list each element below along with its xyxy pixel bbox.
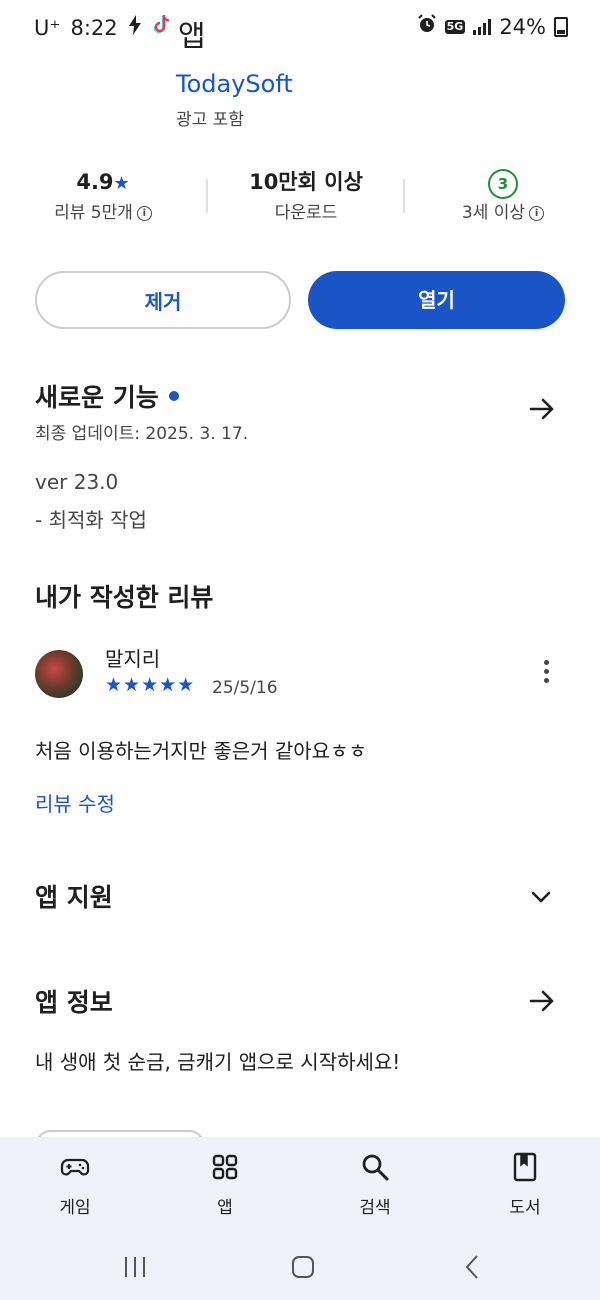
rating-stat[interactable]: 4.9★ 리뷰 5만개 i xyxy=(3,165,203,227)
alarm-icon xyxy=(417,14,437,39)
nav-item-search[interactable]: 검색 xyxy=(325,1151,425,1218)
developer-link[interactable]: TodaySoft xyxy=(176,70,293,98)
age-rating-stat[interactable]: 3 3세 이상 i xyxy=(403,165,600,227)
status-right: 5G 24% xyxy=(417,14,568,39)
signal-icon xyxy=(473,18,492,35)
review-text: 처음 이용하는거지만 좋은거 같아요ㅎㅎ xyxy=(35,739,367,763)
recent-apps-icon[interactable] xyxy=(122,1254,148,1280)
network-type-icon: 5G xyxy=(444,19,466,34)
age-rating-label: 3세 이상 i xyxy=(403,199,600,227)
info-icon: i xyxy=(136,205,152,221)
tiktok-icon xyxy=(152,14,172,41)
nav-item-apps[interactable]: 앱 xyxy=(175,1151,275,1218)
chevron-down-icon[interactable] xyxy=(530,886,552,908)
clock: 8:22 xyxy=(70,15,118,40)
search-icon xyxy=(362,1154,389,1181)
bolt-icon xyxy=(128,15,142,40)
release-note: - 최적화 작업 xyxy=(35,508,147,532)
info-icon: i xyxy=(529,205,545,221)
reviews-count-text: 리뷰 5만개 xyxy=(54,203,133,223)
downloads-value: 10만회 이상 xyxy=(249,170,363,194)
whats-new-title-text: 새로운 기능 xyxy=(35,383,159,412)
stats-row: 4.9★ 리뷰 5만개 i 10만회 이상 다운로드 3 3세 이상 i xyxy=(0,165,600,245)
battery-icon xyxy=(554,16,568,37)
last-updated: 최종 업데이트: 2025. 3. 17. xyxy=(35,424,249,444)
nav-item-games[interactable]: 게임 xyxy=(25,1151,125,1218)
app-info-title[interactable]: 앱 정보 xyxy=(35,983,113,1019)
star-icon: ★ xyxy=(113,173,130,194)
age-rating-text: 3세 이상 xyxy=(461,203,526,223)
nav-item-books[interactable]: 도서 xyxy=(475,1151,575,1218)
status-bar: U⁺ 8:22 5G 24% xyxy=(0,0,600,58)
nav-label: 도서 xyxy=(509,1198,541,1218)
review-stars: ★★★★★ xyxy=(105,674,196,696)
version-text: ver 23.0 xyxy=(35,470,119,494)
downloads-stat: 10만회 이상 다운로드 xyxy=(206,165,406,227)
gamepad-icon xyxy=(60,1158,90,1176)
rating-number: 4.9 xyxy=(76,170,114,194)
downloads-label: 다운로드 xyxy=(274,203,338,223)
apps-grid-icon xyxy=(212,1154,238,1180)
status-left: U⁺ 8:22 xyxy=(34,14,172,41)
nav-label: 검색 xyxy=(359,1198,391,1218)
nav-label: 게임 xyxy=(59,1198,91,1218)
more-options-icon[interactable] xyxy=(538,660,554,690)
bottom-nav: 게임 앱 검색 도서 xyxy=(0,1137,600,1300)
reviews-count: 리뷰 5만개 i xyxy=(3,199,203,227)
whats-new-title[interactable]: 새로운 기능 xyxy=(35,378,179,414)
arrow-right-icon[interactable] xyxy=(528,987,556,1015)
app-details-page: U⁺ 8:22 5G 24% 앱 TodaySoft 광고 포함 4.9★ 리뷰… xyxy=(0,0,600,1300)
uninstall-button[interactable]: 제거 xyxy=(35,271,291,329)
carrier-label: U⁺ xyxy=(34,15,61,40)
avatar xyxy=(35,650,83,698)
rating-value: 4.9★ xyxy=(3,165,203,199)
review-date: 25/5/16 xyxy=(212,678,278,698)
ads-label: 광고 포함 xyxy=(176,110,244,130)
back-icon[interactable] xyxy=(460,1254,486,1280)
home-icon[interactable] xyxy=(290,1254,316,1280)
system-nav-bar xyxy=(0,1238,600,1300)
review-author: 말지리 xyxy=(105,647,161,671)
age-rating-badge: 3 xyxy=(488,169,518,199)
my-review-title: 내가 작성한 리뷰 xyxy=(35,583,214,612)
new-indicator-dot xyxy=(168,391,179,401)
battery-percent: 24% xyxy=(499,14,546,39)
open-button[interactable]: 열기 xyxy=(308,271,565,329)
app-name-cut: 앱 xyxy=(178,22,206,52)
edit-review-link[interactable]: 리뷰 수정 xyxy=(35,788,115,817)
age-badge-wrap: 3 xyxy=(403,165,600,199)
nav-label: 앱 xyxy=(217,1198,233,1218)
arrow-right-icon[interactable] xyxy=(528,395,556,423)
book-icon xyxy=(513,1152,537,1182)
app-support-title[interactable]: 앱 지원 xyxy=(35,878,113,914)
app-description: 내 생애 첫 순금, 금캐기 앱으로 시작하세요! xyxy=(35,1050,401,1074)
